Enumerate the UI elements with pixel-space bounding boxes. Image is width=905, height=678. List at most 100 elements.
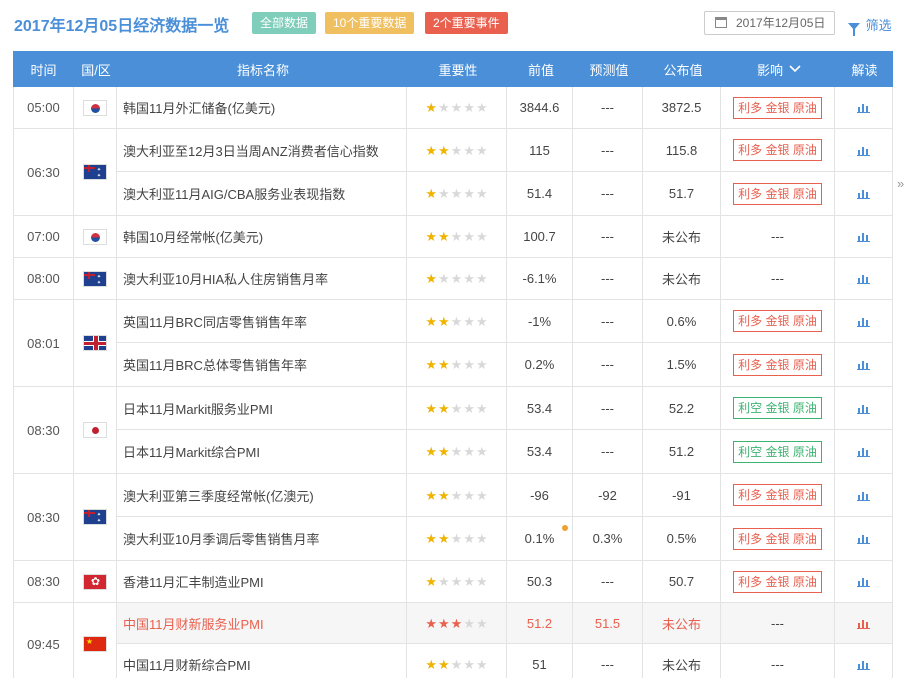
effect-cell: --- xyxy=(721,644,835,678)
col-importance: 重要性 xyxy=(438,62,478,78)
star-icon: ★ xyxy=(450,657,463,672)
col-country: 国/区 xyxy=(81,62,111,78)
importance-stars: ★ ★ ★ ★ ★ xyxy=(425,402,487,415)
table-row[interactable]: 日本11月Markit综合PMI ★ ★ ★ ★ ★ 53.4 --- 51.2 利空 金银 原油 xyxy=(117,430,892,473)
time-group: 08:30澳大利亚第三季度经常帐(亿澳元)★★★★★-96-92-91利多 金银… xyxy=(13,474,893,561)
table-row[interactable]: 澳大利亚至12月3日当周ANZ消费者信心指数 ★ ★ ★ ★ ★ 115 --- 115.8 利多… xyxy=(117,129,892,172)
forecast-value: 51.5 xyxy=(573,603,643,643)
analysis-cell xyxy=(835,517,892,560)
bar-chart-icon[interactable] xyxy=(857,102,870,113)
bar-chart-icon[interactable] xyxy=(857,145,870,156)
analysis-cell xyxy=(835,387,892,429)
bar-chart-icon[interactable] xyxy=(857,188,870,199)
star-icon: ★ xyxy=(475,186,488,201)
date-value: 2017年12月05日 xyxy=(736,16,826,30)
bar-chart-icon[interactable] xyxy=(857,618,870,629)
star-icon: ★ xyxy=(463,142,475,158)
star-icon: ★ xyxy=(463,357,475,372)
release-time: 08:00 xyxy=(14,258,74,299)
bar-chart-icon[interactable] xyxy=(857,273,870,284)
effect-badge: 利多 金银 原油 xyxy=(733,96,822,119)
table-row[interactable]: 澳大利亚10月季调后零售销售月率 ★ ★ ★ ★ ★ 0.1% 0.3% 0.5% 利多 金银 原… xyxy=(117,517,892,560)
star-icon: ★ xyxy=(463,229,475,244)
important-data-tab[interactable]: 10个重要数据 xyxy=(325,12,415,34)
col-effect[interactable]: 影响 xyxy=(722,51,836,87)
published-value: -91 xyxy=(643,474,721,516)
col-published: 公布值 xyxy=(663,62,703,78)
previous-value: -6.1% xyxy=(507,258,573,299)
indicator-name: 英国11月BRC总体零售销售年率 xyxy=(117,343,407,386)
published-value: 0.5% xyxy=(643,517,721,560)
side-expand-icon[interactable]: » xyxy=(897,176,904,191)
indicator-name: 澳大利亚第三季度经常帐(亿澳元) xyxy=(117,474,407,516)
indicator-name: 日本11月Markit综合PMI xyxy=(117,430,407,473)
analysis-cell xyxy=(835,216,892,257)
star-icon: ★ xyxy=(438,357,450,372)
importance-stars: ★ ★ ★ ★ ★ xyxy=(425,187,487,200)
effect-cell: 利多 金银 原油 xyxy=(721,129,835,171)
star-icon: ★ xyxy=(438,313,450,329)
flag-au-icon xyxy=(82,509,107,525)
bar-chart-icon[interactable] xyxy=(857,359,870,370)
effect-cell: 利多 金银 原油 xyxy=(721,87,835,128)
forecast-value: --- xyxy=(573,644,643,678)
effect-cell: 利多 金银 原油 xyxy=(721,300,835,342)
effect-badge: 利多 金银 原油 xyxy=(733,353,822,376)
star-icon: ★ xyxy=(438,487,450,503)
importance-cell: ★ ★ ★ ★ ★ xyxy=(407,644,507,678)
bar-chart-icon[interactable] xyxy=(857,533,870,544)
country-cell xyxy=(74,387,117,473)
published-value: 52.2 xyxy=(643,387,721,429)
flag-au-icon xyxy=(82,164,107,180)
indicator-name: 中国11月财新服务业PMI xyxy=(117,603,407,643)
effect-cell: 利多 金银 原油 xyxy=(721,517,835,560)
table-row[interactable]: 日本11月Markit服务业PMI ★ ★ ★ ★ ★ 53.4 --- 52.2 利空 金银 原… xyxy=(117,387,892,430)
star-icon: ★ xyxy=(475,531,488,546)
table-row[interactable]: 中国11月财新综合PMI ★ ★ ★ ★ ★ 51 --- 未公布 --- xyxy=(117,644,892,678)
calendar-icon xyxy=(715,17,727,28)
star-icon: ★ xyxy=(450,186,463,201)
forecast-value: -92 xyxy=(573,474,643,516)
table-row[interactable]: 香港11月汇丰制造业PMI ★ ★ ★ ★ ★ 50.3 --- 50.7 利多 金银 原油 xyxy=(117,561,892,602)
indicator-name: 中国11月财新综合PMI xyxy=(117,644,407,678)
star-icon: ★ xyxy=(463,186,475,201)
table-header: 时间 国/区 指标名称 重要性 前值 预测值 公布值 影响 解读 xyxy=(13,51,893,87)
table-row[interactable]: 澳大利亚11月AIG/CBA服务业表现指数 ★ ★ ★ ★ ★ 51.4 --- 51.7 利多 … xyxy=(117,172,892,215)
table-row[interactable]: 澳大利亚10月HIA私人住房销售月率 ★ ★ ★ ★ ★ -6.1% --- 未公布 --- xyxy=(117,258,892,299)
all-data-tab[interactable]: 全部数据 xyxy=(252,12,317,34)
filter-button[interactable]: 筛选 xyxy=(848,15,892,37)
star-icon: ★ xyxy=(475,487,488,503)
table-row[interactable]: 韩国10月经常帐(亿美元) ★ ★ ★ ★ ★ 100.7 --- 未公布 --- xyxy=(117,216,892,257)
table-row[interactable]: 英国11月BRC同店零售销售年率 ★ ★ ★ ★ ★ -1% --- 0.6% 利多 金银 原油 xyxy=(117,300,892,343)
table-row[interactable]: 英国11月BRC总体零售销售年率 ★ ★ ★ ★ ★ 0.2% --- 1.5% 利多 金银 原油 xyxy=(117,343,892,386)
star-icon: ★ xyxy=(425,186,438,201)
bar-chart-icon[interactable] xyxy=(857,231,870,242)
table-row[interactable]: 韩国11月外汇储备(亿美元) ★ ★ ★ ★ ★ 3844.6 --- 3872.5 利多 金银 … xyxy=(117,87,892,128)
release-time: 08:30 xyxy=(14,561,74,602)
bar-chart-icon[interactable] xyxy=(857,659,870,670)
col-name: 指标名称 xyxy=(236,62,289,78)
star-icon: ★ xyxy=(463,531,475,546)
bar-chart-icon[interactable] xyxy=(857,316,870,327)
previous-value: 53.4 xyxy=(507,387,573,429)
star-icon: ★ xyxy=(450,357,463,372)
date-picker[interactable]: 2017年12月05日 xyxy=(704,11,835,35)
indicator-name: 日本11月Markit服务业PMI xyxy=(117,387,407,429)
bar-chart-icon[interactable] xyxy=(857,490,870,501)
bar-chart-icon[interactable] xyxy=(857,403,870,414)
published-value: 3872.5 xyxy=(643,87,721,128)
importance-stars: ★ ★ ★ ★ ★ xyxy=(425,272,487,285)
effect-badge: 利多 金银 原油 xyxy=(733,570,822,593)
star-icon: ★ xyxy=(425,100,438,115)
importance-stars: ★ ★ ★ ★ ★ xyxy=(425,617,487,630)
country-cell xyxy=(74,561,117,602)
bar-chart-icon[interactable] xyxy=(857,576,870,587)
table-row[interactable]: 澳大利亚第三季度经常帐(亿澳元) ★ ★ ★ ★ ★ -96 -92 -91 利多 金银 原油 xyxy=(117,474,892,517)
importance-cell: ★ ★ ★ ★ ★ xyxy=(407,300,507,342)
importance-cell: ★ ★ ★ ★ ★ xyxy=(407,430,507,473)
table-row[interactable]: 中国11月财新服务业PMI ★ ★ ★ ★ ★ 51.2 51.5 未公布 --- xyxy=(117,603,892,644)
forecast-value: --- xyxy=(573,343,643,386)
bar-chart-icon[interactable] xyxy=(857,446,870,457)
important-events-tab[interactable]: 2个重要事件 xyxy=(425,12,508,34)
star-icon: ★ xyxy=(450,574,463,589)
